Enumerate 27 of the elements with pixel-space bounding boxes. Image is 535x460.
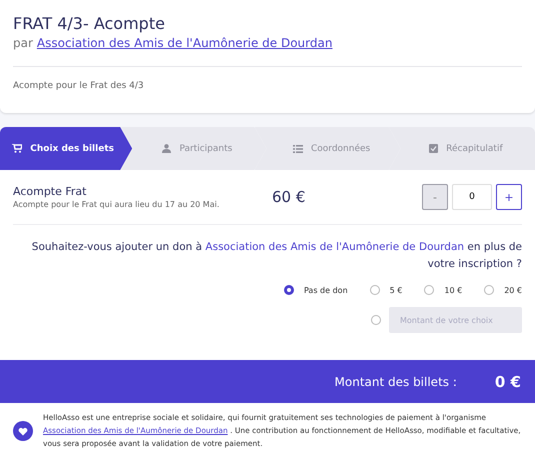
person-icon [162, 144, 172, 153]
amount-field[interactable]: Montant de votre choix [389, 307, 522, 333]
increment-button[interactable]: + [496, 184, 522, 210]
organizer-link[interactable]: Association des Amis de l'Aumônerie de Dourdan [36, 36, 332, 50]
ticket-price: 60 € [272, 188, 306, 206]
option-label: 5 € [390, 286, 402, 294]
ticket-description: Acompte pour le Frat qui aura lieu du 17 au 20 Mai. [13, 200, 220, 209]
donation-question: Souhaitez-vous ajouter un don à Association des Amis de l'Aumônerie de Dourdan en plus de votre inscription ? [30, 240, 522, 272]
radio-button[interactable] [424, 285, 434, 295]
radio-button[interactable] [484, 285, 494, 295]
radio-button[interactable] [370, 285, 380, 295]
event-title: FRAT 4/3- Acompte [13, 14, 166, 33]
total-label: Montant des billets : [334, 374, 457, 388]
by-label: par [13, 36, 33, 50]
total-amount: 0 € [494, 372, 521, 390]
option-label: 20 € [504, 286, 522, 294]
radio-button[interactable] [371, 315, 381, 325]
checkbox-icon [429, 144, 438, 153]
option-label: 10 € [444, 286, 462, 294]
step-tab[interactable]: Choix des billets [0, 127, 132, 170]
cart-icon [12, 144, 22, 153]
radio-button[interactable] [284, 285, 294, 295]
ticket-name: Acompte Frat [13, 185, 88, 198]
option-label: Pas de don [304, 286, 348, 294]
quantity-field[interactable]: 0 [452, 184, 492, 210]
event-description: Acompte pour le Frat des 4/3 [13, 81, 145, 91]
list-icon [293, 144, 303, 152]
